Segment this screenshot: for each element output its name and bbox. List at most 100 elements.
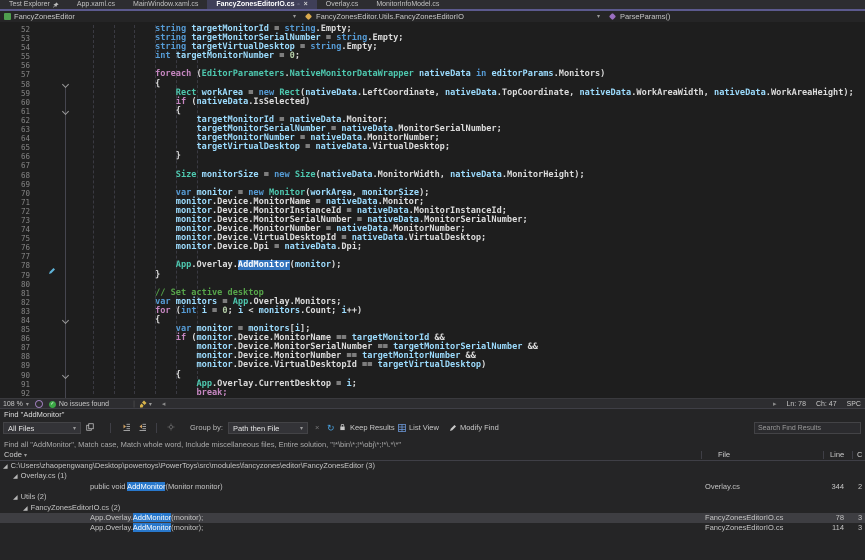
find-results-toolbar: All Files ▾ Group by: Path then File ▾ ×… [0,421,865,436]
code-line[interactable]: for (int i = 0; i < monitors.Count; i++) [93,307,854,316]
member-dropdown[interactable]: ParseParams() [604,11,865,22]
fold-collapse-icon[interactable] [62,81,69,88]
zoom-level[interactable]: 108 % [3,401,23,408]
lock-icon[interactable] [339,423,346,431]
tab-app-xaml-cs[interactable]: App.xaml.cs [68,0,124,9]
tab-label: Overlay.cs [326,1,359,8]
tree-expand-icon[interactable]: ◢ [13,495,18,501]
code-editor[interactable]: 5253545556575859606162636465666768697071… [0,22,865,398]
cleanup-chevron-icon[interactable]: ▾ [149,401,152,408]
column-header-code[interactable]: Code ▾ [4,450,27,459]
project-name: FancyZonesEditor [14,12,75,21]
line-number-gutter[interactable]: 5253545556575859606162636465666768697071… [0,25,30,398]
line-number: 92 [0,389,30,398]
code-cleanup-broom-icon[interactable] [139,400,147,408]
find-results-panel: Find "AddMonitor" All Files ▾ Group by: … [0,408,865,560]
tab-label: FancyZonesEditorIO.cs [216,1,294,8]
result-file: FancyZonesEditorIO.cs [705,513,817,523]
result-group-row[interactable]: ◢FancyZonesEditorIO.cs (2) [0,503,865,513]
code-line[interactable]: foreach (EditorParameters.NativeMonitorD… [93,70,854,79]
line-number: 66 [0,152,30,161]
copy-results-button[interactable] [86,423,94,431]
column-header-file[interactable]: File [718,450,730,459]
fold-collapse-icon[interactable] [62,108,69,115]
code-line[interactable]: monitor.Device.VirtualDesktopId == targe… [93,361,854,370]
line-number: 58 [0,80,30,89]
scope-dropdown[interactable]: All Files ▾ [3,422,81,434]
tree-expand-icon[interactable]: ◢ [23,506,28,512]
refresh-results-icon[interactable]: ↻ [327,423,335,434]
result-group-row[interactable]: ◢C:\Users\zhaopengwang\Desktop\powertoys… [0,461,865,471]
modify-find-button[interactable]: Modify Find [449,423,499,432]
fold-collapse-icon[interactable] [62,317,69,324]
line-number: 85 [0,325,30,334]
column-divider[interactable] [701,451,702,459]
tab-state-icon: ▫ [298,2,300,8]
tab-test-explorer[interactable]: Test Explorer [0,0,68,9]
result-match-row[interactable]: App.Overlay.AddMonitor(monitor); FancyZon… [0,513,865,523]
collapse-margin-icon[interactable]: ◂ [162,400,166,408]
chevron-down-icon: ▾ [597,13,600,20]
result-match-row[interactable]: App.Overlay.AddMonitor(monitor);FancyZon… [0,523,865,533]
line-number: 73 [0,216,30,225]
result-group-row[interactable]: ◢Overlay.cs (1) [0,471,865,481]
stop-search-icon[interactable]: × [315,423,319,432]
line-number: 79 [0,271,30,280]
code-content[interactable]: string targetMonitorId = string.Empty; s… [93,25,854,398]
tab-mainwindow-xaml-cs[interactable]: MainWindow.xaml.cs [124,0,207,9]
search-find-results-input[interactable] [754,422,861,434]
issues-message[interactable]: No issues found [59,401,109,408]
column-divider[interactable] [823,451,824,459]
code-line[interactable]: } [93,152,854,161]
code-line[interactable]: int targetMonitorNumber = 0; [93,52,854,61]
project-dropdown[interactable]: FancyZonesEditor ▾ [0,11,300,22]
indent-mode[interactable]: SPC [847,401,861,408]
column-divider[interactable] [852,451,853,459]
line-number: 53 [0,34,30,43]
line-number: 54 [0,43,30,52]
chevron-down-icon: ▾ [73,425,76,432]
line-number: 67 [0,161,30,170]
line-number: 90 [0,371,30,380]
zoom-chevron-icon[interactable]: ▾ [26,401,29,408]
code-line[interactable]: App.Overlay.AddMonitor(monitor); [93,261,854,270]
match-text: App.Overlay.AddMonitor(monitor); [90,523,203,532]
divider [156,423,157,433]
line-number: 64 [0,134,30,143]
fold-collapse-icon[interactable] [62,372,69,379]
line-number: 71 [0,198,30,207]
list-view-button[interactable]: List View [398,423,439,432]
close-tab-icon[interactable]: × [304,1,308,8]
column-header-col[interactable]: C [857,450,862,459]
code-line[interactable]: targetVirtualDesktop = nativeData.Virtua… [93,143,854,152]
tree-expand-icon[interactable]: ◢ [13,474,18,480]
line-number: 61 [0,107,30,116]
health-indicator-icon[interactable] [35,400,43,408]
line-number: 75 [0,234,30,243]
tree-expand-icon[interactable]: ◢ [3,464,8,470]
tab-fancyzoneseditorio-cs[interactable]: FancyZonesEditorIO.cs ▫ × [207,0,316,9]
code-line[interactable]: if (nativeData.IsSelected) [93,98,854,107]
csharp-project-icon [4,13,11,20]
result-match-row[interactable]: public void AddMonitor(Monitor monitor)O… [0,482,865,492]
line-number: 68 [0,171,30,180]
expand-icon[interactable]: ▸ [773,400,777,408]
match-text: App.Overlay.AddMonitor(monitor); [90,513,203,522]
group-by-label: Group by: [190,423,223,432]
code-line[interactable]: break; [93,389,854,398]
result-group-row[interactable]: ◢Utils (2) [0,492,865,502]
keep-results-button[interactable]: Keep Results [350,423,395,432]
tab-monitorinfomodel-cs[interactable]: MonitorInfoModel.cs [367,0,448,9]
type-dropdown[interactable]: FancyZonesEditor.Utils.FancyZonesEditorI… [300,11,604,22]
line-number: 84 [0,316,30,325]
column-header-line[interactable]: Line [830,450,844,459]
filter-settings-icon[interactable] [167,423,175,431]
code-line[interactable]: monitor.Device.Dpi = nativeData.Dpi; [93,243,854,252]
code-line[interactable]: } [93,271,854,280]
expand-all-button[interactable] [138,423,147,431]
code-line[interactable]: Size monitorSize = new Size(nativeData.M… [93,171,854,180]
group-by-dropdown[interactable]: Path then File ▾ [228,422,308,434]
line-number: 76 [0,243,30,252]
tab-overlay-cs[interactable]: Overlay.cs [317,0,368,9]
collapse-all-button[interactable] [122,423,131,431]
